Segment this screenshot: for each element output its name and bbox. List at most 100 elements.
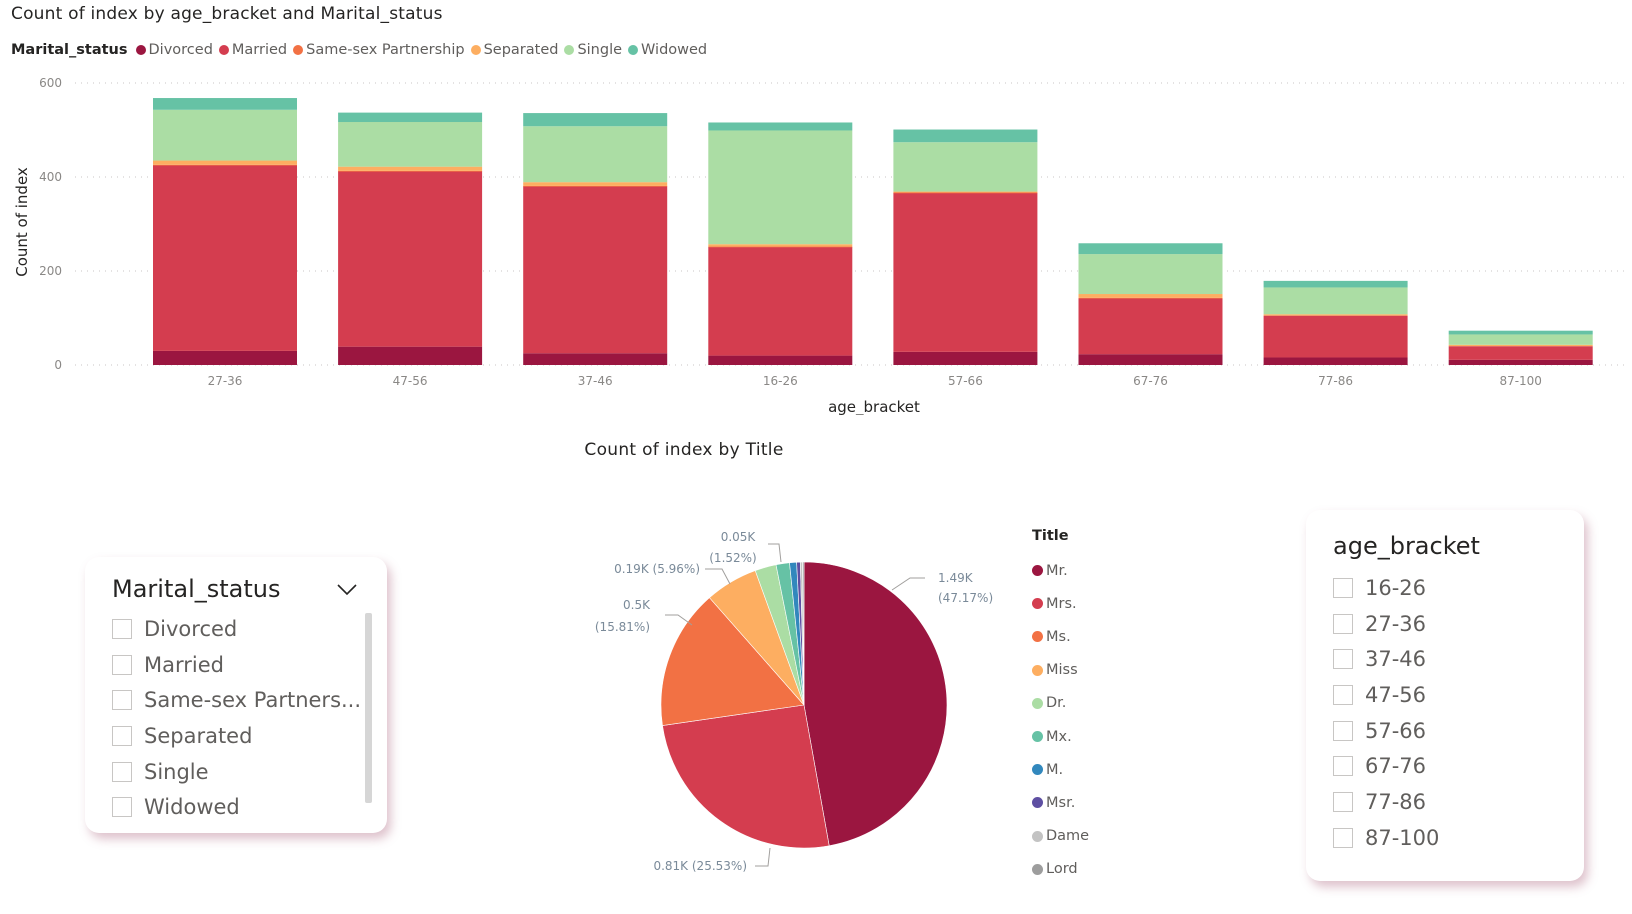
pie-legend-item[interactable]: M.	[1032, 753, 1089, 786]
marital-status-option[interactable]: Separated	[112, 718, 362, 754]
bar-segment-widowed[interactable]	[1448, 330, 1593, 335]
bar-segment-single[interactable]	[893, 142, 1038, 192]
bar-segment-divorced[interactable]	[523, 353, 668, 365]
bar-stack[interactable]	[1448, 330, 1593, 365]
marital-status-option[interactable]: Divorced	[112, 611, 362, 647]
checkbox[interactable]	[1333, 791, 1353, 812]
scrollbar[interactable]	[365, 613, 372, 803]
bar-segment-divorced[interactable]	[1263, 357, 1408, 365]
checkbox[interactable]	[112, 690, 132, 711]
bar-segment-married[interactable]	[1448, 346, 1593, 360]
checkbox[interactable]	[1333, 577, 1353, 598]
pie-slice-mr[interactable]	[803, 561, 948, 847]
bar-segment-same-sex-partnership[interactable]	[893, 192, 1038, 194]
bar-segment-married[interactable]	[1263, 315, 1408, 358]
legend-item[interactable]: Separated	[470, 42, 558, 58]
bar-segment-widowed[interactable]	[708, 122, 853, 131]
bar-segment-widowed[interactable]	[1078, 243, 1223, 255]
pie-slice-mrs[interactable]	[662, 704, 830, 849]
bar-segment-married[interactable]	[708, 247, 853, 356]
pie-legend-item[interactable]: Mrs.	[1032, 587, 1089, 620]
checkbox[interactable]	[112, 797, 132, 818]
legend-item[interactable]: Single	[564, 42, 622, 58]
legend-item[interactable]: Married	[218, 42, 287, 58]
checkbox[interactable]	[112, 725, 132, 746]
bar-segment-separated[interactable]	[153, 160, 297, 165]
checkbox[interactable]	[112, 761, 132, 782]
legend-item[interactable]: Same-sex Partnership	[293, 42, 465, 58]
bar-segment-divorced[interactable]	[1078, 354, 1223, 365]
bar-segment-separated[interactable]	[708, 244, 853, 247]
bar-segment-divorced[interactable]	[338, 346, 483, 365]
marital-status-option[interactable]: Widowed	[112, 789, 362, 825]
pie-legend-item[interactable]: Ms.	[1032, 620, 1089, 653]
age-bracket-option[interactable]: 57-66	[1333, 713, 1439, 749]
age-bracket-option[interactable]: 67-76	[1333, 748, 1439, 784]
bar-segment-single[interactable]	[1448, 334, 1593, 345]
age-bracket-option[interactable]: 47-56	[1333, 677, 1439, 713]
age-bracket-option[interactable]: 37-46	[1333, 641, 1439, 677]
bar-segment-single[interactable]	[1263, 287, 1408, 315]
checkbox[interactable]	[1333, 684, 1353, 705]
bar-segment-married[interactable]	[1078, 298, 1223, 355]
bar-stack[interactable]	[1263, 280, 1408, 365]
checkbox[interactable]	[1333, 720, 1353, 741]
bar-stack[interactable]	[1078, 243, 1223, 365]
bar-segment-same-sex-partnership[interactable]	[708, 246, 853, 248]
checkbox[interactable]	[1333, 613, 1353, 634]
bar-stack[interactable]	[523, 113, 668, 365]
checkbox[interactable]	[112, 654, 132, 675]
bar-segment-separated[interactable]	[1448, 344, 1593, 347]
bar-stack[interactable]	[338, 112, 483, 365]
bar-segment-separated[interactable]	[523, 182, 668, 186]
marital-status-option[interactable]: Single	[112, 754, 362, 790]
bar-segment-widowed[interactable]	[338, 112, 483, 123]
bar-segment-married[interactable]	[153, 165, 297, 351]
bar-segment-single[interactable]	[338, 122, 483, 167]
checkbox[interactable]	[1333, 756, 1353, 777]
bar-segment-widowed[interactable]	[523, 113, 668, 127]
bar-segment-same-sex-partnership[interactable]	[523, 185, 668, 187]
bar-stack[interactable]	[893, 129, 1038, 365]
pie-legend-item[interactable]: Mx.	[1032, 720, 1089, 753]
pie-legend-item[interactable]: Dr.	[1032, 687, 1089, 720]
bar-segment-separated[interactable]	[1078, 294, 1223, 298]
bar-segment-single[interactable]	[153, 109, 297, 161]
bar-segment-separated[interactable]	[893, 191, 1038, 193]
pie-legend-item[interactable]: Lord	[1032, 853, 1089, 886]
age-bracket-option[interactable]: 27-36	[1333, 606, 1439, 642]
bar-segment-married[interactable]	[523, 186, 668, 354]
marital-status-option[interactable]: Married	[112, 647, 362, 683]
checkbox[interactable]	[1333, 827, 1353, 848]
checkbox[interactable]	[1333, 649, 1353, 670]
age-bracket-option[interactable]: 87-100	[1333, 820, 1439, 856]
bar-segment-same-sex-partnership[interactable]	[338, 170, 483, 172]
bar-segment-single[interactable]	[1078, 254, 1223, 295]
pie-legend-item[interactable]: Mr.	[1032, 554, 1089, 587]
bar-segment-widowed[interactable]	[1263, 280, 1408, 288]
pie-legend-item[interactable]: Dame	[1032, 820, 1089, 853]
bar-segment-separated[interactable]	[338, 166, 483, 171]
legend-item[interactable]: Divorced	[135, 42, 213, 58]
bar-segment-widowed[interactable]	[153, 98, 297, 110]
age-bracket-option[interactable]: 16-26	[1333, 570, 1439, 606]
age-bracket-option[interactable]: 77-86	[1333, 784, 1439, 820]
bar-segment-married[interactable]	[893, 192, 1038, 352]
bar-segment-married[interactable]	[338, 171, 483, 347]
pie-legend-item[interactable]: Miss	[1032, 654, 1089, 687]
bar-segment-divorced[interactable]	[1448, 359, 1593, 365]
checkbox[interactable]	[112, 618, 132, 639]
bar-segment-separated[interactable]	[1263, 314, 1408, 316]
bar-segment-same-sex-partnership[interactable]	[153, 164, 297, 166]
bar-segment-divorced[interactable]	[153, 350, 297, 365]
legend-item[interactable]: Widowed	[628, 42, 707, 58]
chevron-down-icon[interactable]	[335, 577, 359, 601]
bar-segment-divorced[interactable]	[893, 351, 1038, 365]
pie-legend-item[interactable]: Msr.	[1032, 786, 1089, 819]
bar-segment-single[interactable]	[708, 130, 853, 245]
marital-status-option[interactable]: Same-sex Partners...	[112, 682, 362, 718]
bar-stack[interactable]	[153, 98, 297, 365]
bar-segment-same-sex-partnership[interactable]	[1078, 297, 1223, 299]
bar-segment-divorced[interactable]	[708, 355, 853, 365]
bar-stack[interactable]	[708, 122, 853, 365]
